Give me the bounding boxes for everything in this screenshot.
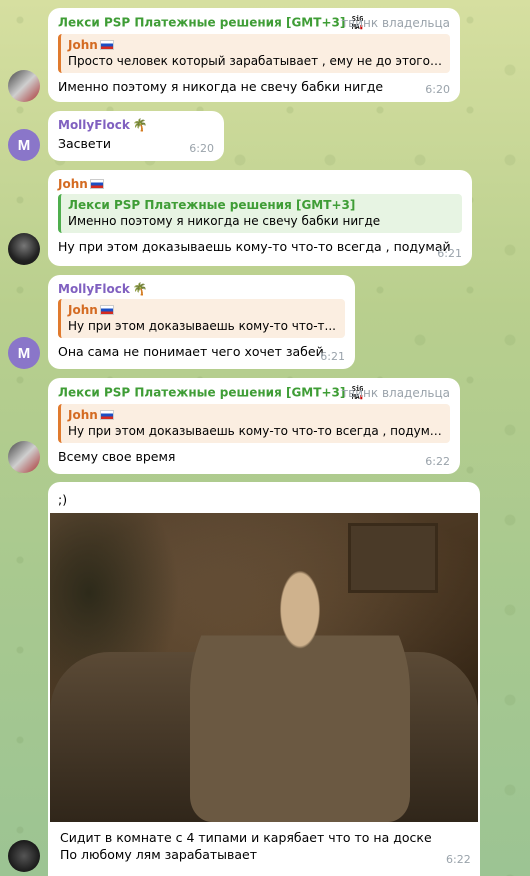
reply-text: Просто человек который зарабатывает , ем… [68,54,443,68]
message-time: 6:21 [437,247,462,260]
russia-flag-icon [99,410,114,420]
reply-quote[interactable]: John Просто человек который зарабатывает… [58,34,450,73]
message-bubble[interactable]: Лекси PSP Платежные решения [GMT+3] SiG MA… [48,8,460,102]
reply-quote[interactable]: John Ну при этом доказываешь кому-то что… [58,404,450,443]
reply-text: Ну при этом доказываешь кому-то что-то в… [68,424,443,438]
palm-tree-icon: 🌴 [132,282,148,296]
message-time: 6:21 [320,350,345,363]
sender-name[interactable]: MollyFlock 🌴 [58,282,345,296]
message-text: Ну при этом доказываешь кому-то что-то в… [58,239,451,254]
russia-flag-icon [99,305,114,315]
user-avatar[interactable]: M [8,129,40,161]
user-avatar[interactable]: M [8,337,40,369]
sender-name[interactable]: John [58,177,462,191]
man-figure [190,563,410,822]
user-avatar[interactable] [8,840,40,872]
message-time: 6:22 [446,853,471,866]
message-text: Она сама не понимает чего хочет забей [58,344,324,359]
palm-tree-icon: 🌴 [132,118,148,132]
photo-attachment[interactable] [50,513,478,822]
reply-text: Именно поэтому я никогда не свечу бабки … [68,214,381,228]
message-bubble[interactable]: Лекси PSP Платежные решения [GMT+3] SiG MA… [48,378,460,474]
sender-name[interactable]: MollyFlock 🌴 [58,118,214,132]
member-tag: твинк владельца [341,16,450,30]
picture-frame-shape [348,523,438,593]
reply-text: Ну при этом доказываешь кому-то что-т... [68,319,336,333]
message-time: 6:20 [425,83,450,96]
caption-line: Сидит в комнате с 4 типами и карябает чт… [60,830,432,845]
user-avatar[interactable] [8,233,40,265]
photo-caption: Сидит в комнате с 4 типами и карябает чт… [60,829,470,863]
message-text: Всему свое время [58,449,176,464]
message-text: ;) [58,492,68,507]
message-bubble[interactable]: MollyFlock 🌴 Засвети 6:20 [48,111,224,161]
message-time: 6:20 [189,142,214,155]
member-tag: твинк владельца [341,386,450,400]
russia-flag-icon [89,179,104,189]
user-avatar[interactable] [8,441,40,473]
message-bubble[interactable]: MollyFlock 🌴 John Ну при этом доказываешь… [48,275,355,369]
user-avatar[interactable] [8,70,40,102]
russia-flag-icon [99,40,114,50]
reply-quote[interactable]: John Ну при этом доказываешь кому-то что… [58,299,345,338]
reply-name: Лекси PSP Платежные решения [GMT+3] [68,198,356,212]
reply-quote[interactable]: Лекси PSP Платежные решения [GMT+3] Имен… [58,194,462,233]
message-text: Именно поэтому я никогда не свечу бабки … [58,79,384,94]
message-bubble[interactable]: John Лекси PSP Платежные решения [GMT+3]… [48,170,472,266]
caption-line: По любому лям зарабатывает [60,847,258,862]
message-time: 6:22 [425,455,450,468]
